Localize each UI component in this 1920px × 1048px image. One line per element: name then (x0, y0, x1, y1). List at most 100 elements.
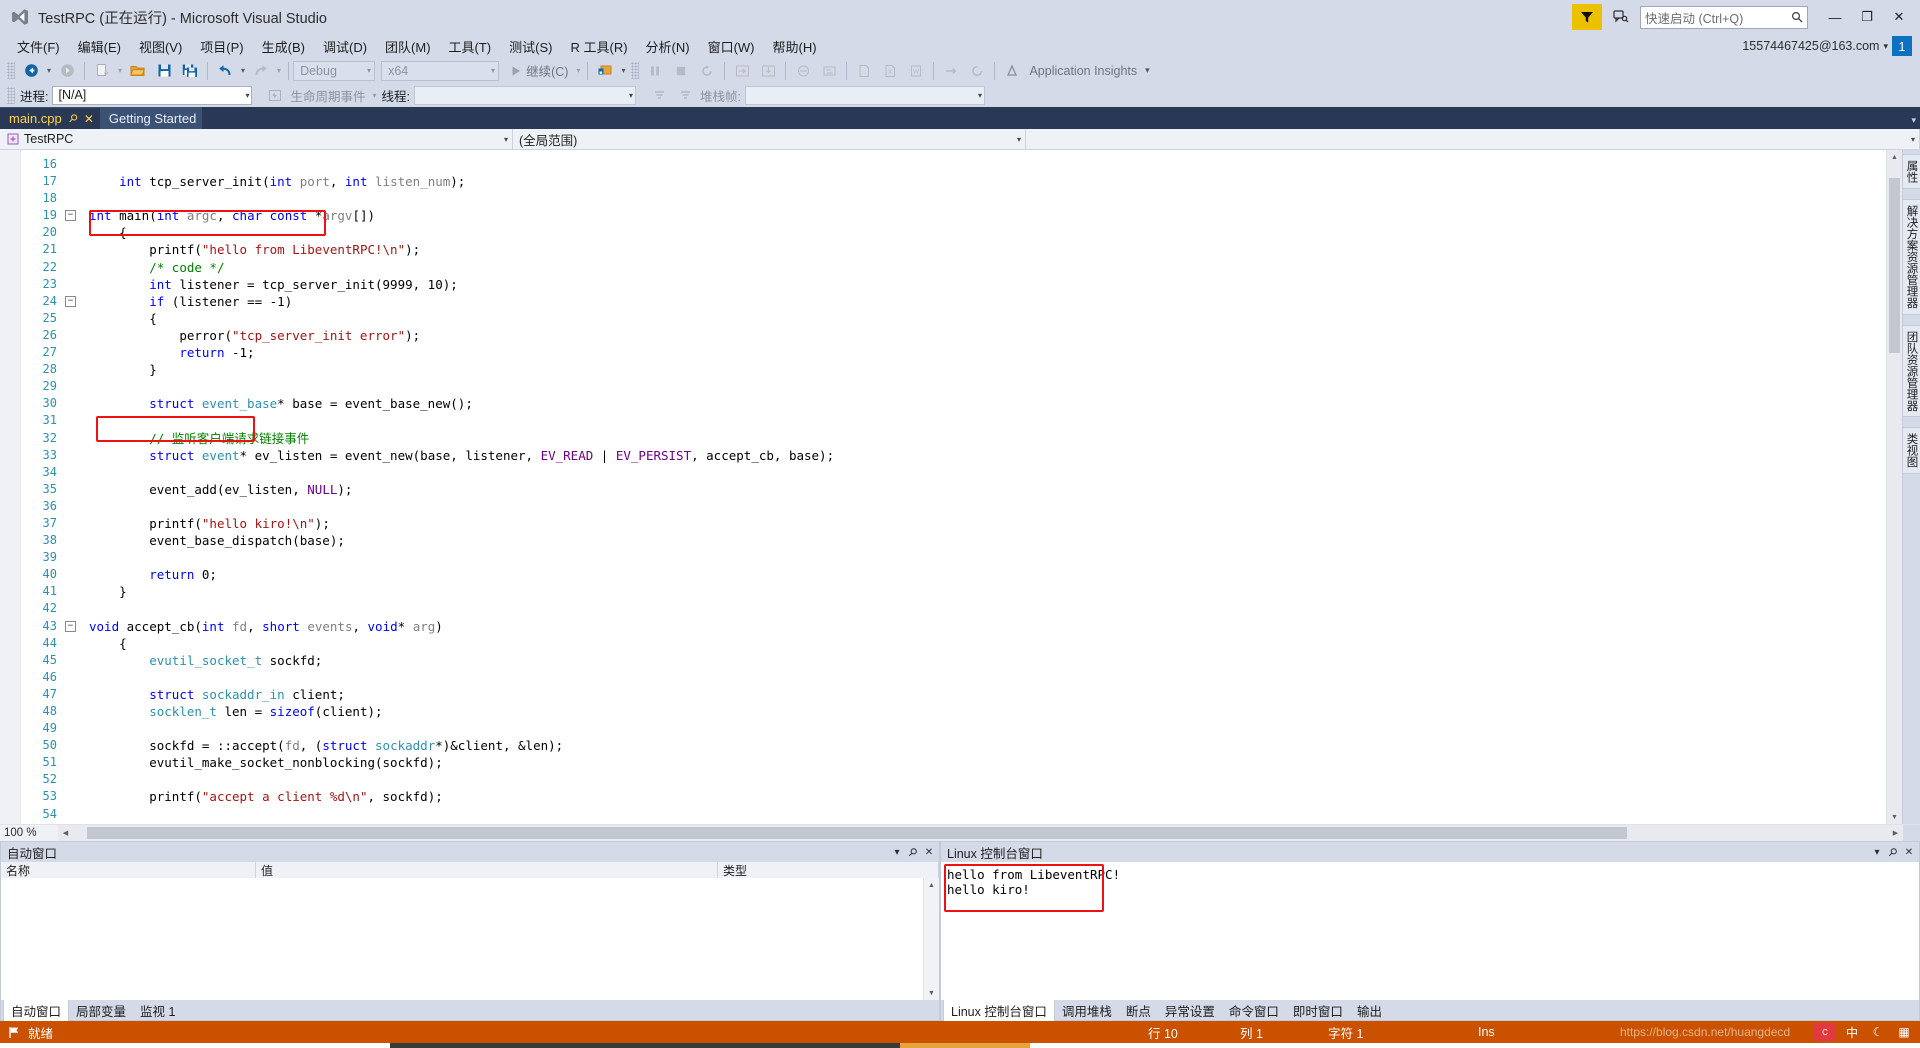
code-line[interactable]: 18 (21, 190, 1886, 207)
code-line[interactable]: 22 /* code */ (21, 259, 1886, 276)
close-icon[interactable]: ✕ (84, 112, 94, 126)
panel-tab-call-stack[interactable]: 调用堆栈 (1055, 999, 1119, 1022)
account-group[interactable]: 15574467425@163.com ▾ 1 (1742, 34, 1912, 58)
scroll-down-icon[interactable]: ▼ (924, 986, 939, 1000)
toolbar-grip[interactable] (7, 86, 15, 104)
lifecycle-events-label[interactable]: 生命周期事件 (288, 86, 369, 105)
menu-item-help[interactable]: 帮助(H) (764, 35, 826, 58)
tab-list-menu-icon[interactable]: ▾ (1911, 115, 1916, 126)
attach-caret-icon[interactable]: ▾ (618, 66, 628, 75)
chevron-down-icon[interactable]: ▾ (1011, 135, 1021, 144)
menu-item-build[interactable]: 生成(B) (253, 35, 314, 58)
close-button[interactable]: ✕ (1884, 4, 1914, 30)
continue-caret-icon[interactable]: ▾ (573, 66, 583, 75)
menu-item-edit[interactable]: 编辑(E) (69, 35, 130, 58)
send-feedback-icon[interactable] (1572, 4, 1602, 30)
moon-icon[interactable]: ☾ (1868, 1023, 1888, 1041)
code-line[interactable]: 43− void accept_cb(int fd, short events, … (21, 618, 1886, 635)
code-line[interactable]: 35 event_add(ev_listen, NULL); (21, 481, 1886, 498)
undo-icon[interactable] (212, 60, 238, 82)
scroll-down-icon[interactable]: ▼ (1887, 810, 1902, 824)
code-line[interactable]: 26 perror("tcp_server_init error"); (21, 327, 1886, 344)
solution-configuration-combo[interactable]: Debug ▾ (293, 60, 376, 81)
code-line[interactable]: 28 } (21, 361, 1886, 378)
grid-icon[interactable]: ▦ (1894, 1023, 1914, 1041)
menu-item-analyze[interactable]: 分析(N) (637, 35, 699, 58)
chevron-down-icon[interactable]: ▾ (974, 91, 982, 100)
fold-toggle-icon[interactable]: − (64, 620, 77, 632)
application-insights-label[interactable]: Application Insights (1025, 64, 1141, 78)
code-line[interactable]: 46 (21, 669, 1886, 686)
menu-item-view[interactable]: 视图(V) (130, 35, 191, 58)
autos-panel-body[interactable]: 名称 值 类型 ▲ ▼ (1, 862, 939, 1000)
editor-zoom-level[interactable]: 100 % (0, 825, 58, 841)
pin-icon[interactable]: ⚲ (65, 111, 80, 126)
code-line[interactable]: 54 (21, 806, 1886, 823)
code-editor[interactable]: 16 17 int tcp_server_init(int port, int l… (21, 150, 1886, 824)
editor-vertical-scrollbar[interactable]: ▲ ▼ (1886, 150, 1902, 824)
code-line[interactable]: 21 printf("hello from LibeventRPC!\n"); (21, 241, 1886, 258)
code-line[interactable]: 52 (21, 771, 1886, 788)
minimize-button[interactable]: — (1820, 4, 1850, 30)
autos-column-type[interactable]: 类型 (718, 862, 939, 878)
code-line[interactable]: 45 evutil_socket_t sockfd; (21, 652, 1886, 669)
thread-combo[interactable]: ▾ (414, 85, 636, 105)
linux-console-body[interactable]: hello from LibeventRPC! hello kiro! (941, 862, 1919, 1000)
chevron-down-icon[interactable]: ▾ (241, 91, 249, 100)
code-line[interactable]: 29 (21, 378, 1886, 395)
indicator-margin[interactable] (0, 150, 21, 824)
code-line[interactable]: 33 struct event* ev_listen = event_new(b… (21, 447, 1886, 464)
fold-toggle-icon[interactable]: − (64, 295, 77, 307)
chevron-down-icon[interactable]: ▾ (1883, 41, 1888, 52)
maximize-restore-button[interactable]: ❐ (1852, 4, 1882, 30)
menu-item-team[interactable]: 团队(M) (376, 35, 440, 58)
code-line[interactable]: 39 (21, 549, 1886, 566)
scroll-thumb[interactable] (1889, 178, 1900, 353)
code-line[interactable]: 37 printf("hello kiro!\n"); (21, 515, 1886, 532)
code-line[interactable]: 34 (21, 464, 1886, 481)
chevron-down-icon[interactable]: ▾ (362, 66, 371, 75)
code-line[interactable]: 36 (21, 498, 1886, 515)
toolbar-grip[interactable] (7, 62, 15, 79)
chevron-down-icon[interactable]: ▾ (498, 135, 508, 144)
panel-tab-linux-console[interactable]: Linux 控制台窗口 (943, 997, 1055, 1023)
redo-caret-icon[interactable]: ▾ (274, 66, 284, 75)
member-scope-combo[interactable]: ▾ (1026, 129, 1920, 149)
open-file-icon[interactable] (125, 60, 151, 82)
code-line[interactable]: 27 return -1; (21, 344, 1886, 361)
code-line[interactable]: 47 struct sockaddr_in client; (21, 686, 1886, 703)
save-all-icon[interactable] (177, 60, 203, 82)
code-line[interactable]: 41 } (21, 583, 1886, 600)
toolbar-overflow-icon[interactable]: ▾ (1141, 65, 1154, 76)
code-line[interactable]: 55 struct event_base* base = (event_base… (21, 823, 1886, 825)
code-line[interactable]: 24− if (listener == -1) (21, 293, 1886, 310)
project-scope-combo[interactable]: TestRPC ▾ (0, 129, 513, 149)
rail-tab-solution-explorer[interactable]: 解决方案资源管理器 (1901, 199, 1920, 315)
tab-getting-started[interactable]: Getting Started (99, 107, 203, 129)
code-line[interactable]: 20 { (21, 224, 1886, 241)
code-line[interactable]: 31 (21, 412, 1886, 429)
menu-item-window[interactable]: 窗口(W) (699, 35, 764, 58)
rail-tab-properties[interactable]: 属性 (1901, 154, 1920, 189)
menu-item-debug[interactable]: 调试(D) (314, 35, 376, 58)
editor-horizontal-scrollbar[interactable] (73, 825, 1888, 841)
panel-tab-immediate-window[interactable]: 即时窗口 (1286, 999, 1350, 1022)
code-line[interactable]: 44 { (21, 635, 1886, 652)
autos-column-value[interactable]: 值 (256, 862, 718, 878)
panel-tab-output[interactable]: 输出 (1350, 999, 1389, 1022)
stack-frame-combo[interactable]: ▾ (744, 85, 985, 105)
menu-item-tools[interactable]: 工具(T) (440, 35, 501, 58)
code-line[interactable]: 48 socklen_t len = sizeof(client); (21, 703, 1886, 720)
attach-to-process-icon[interactable] (592, 60, 618, 82)
code-line[interactable]: 38 event_base_dispatch(base); (21, 532, 1886, 549)
toolbar-grip[interactable] (631, 62, 640, 79)
scroll-up-icon[interactable]: ▲ (924, 878, 939, 892)
process-combo[interactable]: [N/A] ▾ (52, 85, 253, 105)
code-line[interactable]: 42 (21, 600, 1886, 617)
rail-tab-team-explorer[interactable]: 团队资源管理器 (1901, 324, 1920, 417)
menu-item-file[interactable]: 文件(F) (8, 35, 69, 58)
code-line[interactable]: 16 (21, 156, 1886, 173)
account-badge[interactable]: 1 (1892, 36, 1912, 56)
menu-item-test[interactable]: 测试(S) (500, 35, 561, 58)
menu-item-rtools[interactable]: R 工具(R) (561, 35, 636, 58)
